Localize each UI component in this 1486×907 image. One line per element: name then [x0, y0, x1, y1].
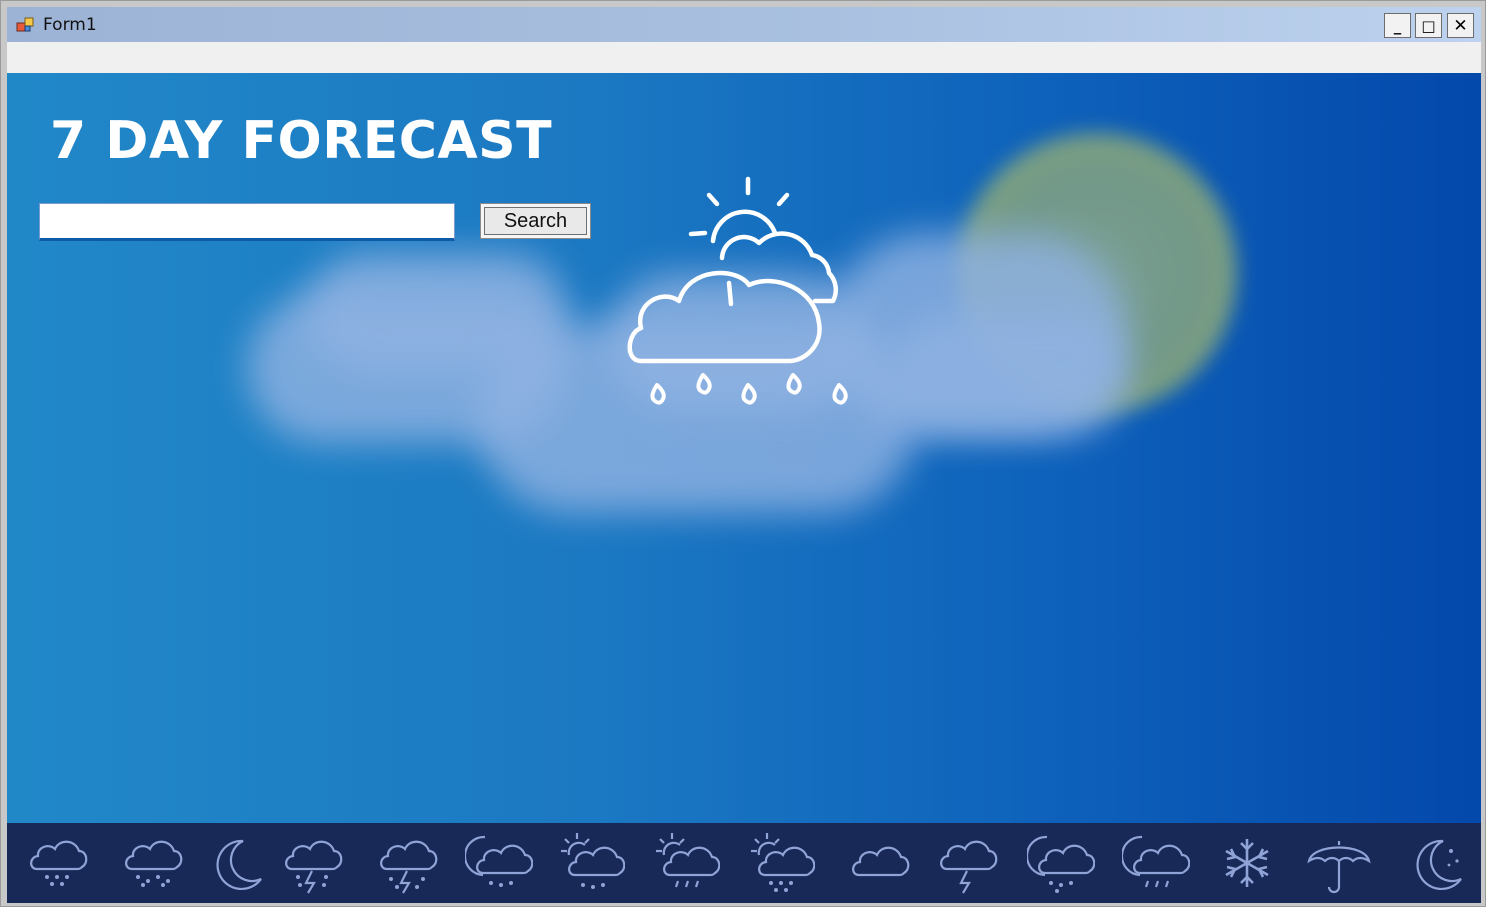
close-icon: ✕ [1453, 15, 1468, 36]
app-icon [16, 17, 34, 32]
title-bar[interactable]: Form1 _ □ ✕ [7, 7, 1481, 42]
search-input[interactable] [39, 203, 455, 241]
window-title: Form1 [43, 15, 97, 35]
application-window: Form1 _ □ ✕ 7 DAY FORECAST Search [0, 0, 1486, 907]
sun-cloud-snow-icon [749, 831, 815, 892]
cloud-sleet-icon [30, 840, 88, 886]
snowflake-icon [1225, 839, 1269, 887]
cloud-lightning-snow-icon [285, 840, 343, 895]
maximize-button[interactable]: □ [1415, 13, 1442, 38]
moon-cloud-sleet-icon [465, 835, 533, 887]
moon-cloud-snow-icon [1027, 835, 1095, 893]
cloud-snow-icon [125, 840, 183, 887]
cloud-sun-rain-icon [627, 176, 848, 405]
cloud-lightning-snow-icon [380, 840, 438, 895]
moon-icon [216, 839, 263, 891]
forecast-panel: 7 DAY FORECAST Search [7, 73, 1481, 823]
cloud-lightning-icon [940, 840, 998, 895]
minimize-button[interactable]: _ [1384, 13, 1411, 38]
close-button[interactable]: ✕ [1447, 13, 1474, 38]
search-button[interactable]: Search [480, 203, 591, 239]
moon-stars-icon [1416, 839, 1463, 891]
menu-strip [7, 42, 1481, 73]
page-title: 7 DAY FORECAST [50, 111, 553, 171]
sun-cloud-rain-icon [654, 831, 720, 888]
weather-icon-strip [7, 823, 1481, 903]
minimize-icon: _ [1393, 16, 1402, 35]
maximize-icon: □ [1421, 16, 1436, 35]
cloud-icon [852, 846, 910, 877]
umbrella-icon [1307, 841, 1371, 894]
moon-cloud-rain-icon [1122, 835, 1190, 888]
sun-cloud-sleet-icon [559, 831, 625, 889]
